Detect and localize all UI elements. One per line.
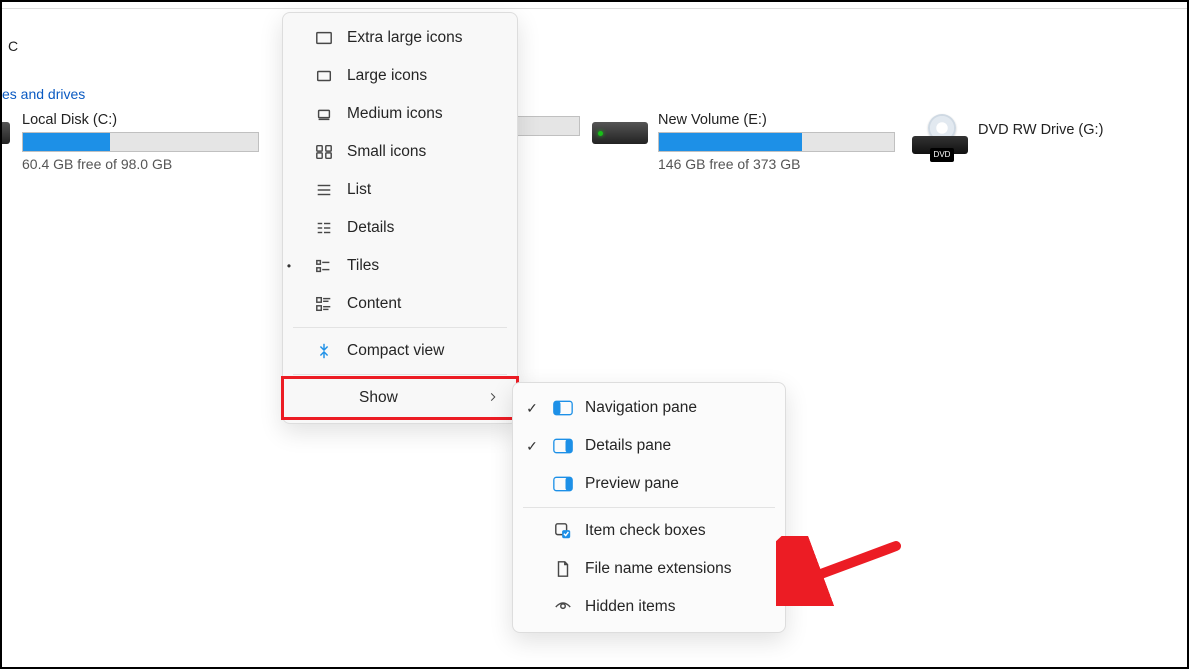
content-icon [315,295,333,313]
check-icon: ✓ [523,400,541,417]
section-devices-label: es and drives [2,86,85,102]
drive-name: Local Disk (C:) [22,112,259,128]
drive-dvd-g[interactable]: DVD DVD RW Drive (G:) [912,112,1162,152]
menu-label: Medium icons [347,105,499,123]
drive-new-volume-e[interactable]: New Volume (E:) 146 GB free of 373 GB [592,112,902,172]
menu-label: Content [347,295,499,313]
menu-label: Item check boxes [585,522,767,540]
chevron-right-icon [487,391,499,406]
view-context-menu: Extra large icons Large icons Medium ico… [282,12,518,424]
menu-item-medium-icons[interactable]: Medium icons [287,95,513,133]
pane-left-icon [553,400,573,416]
selected-bullet-icon: • [286,259,292,273]
hdd-icon [2,122,10,144]
drive-name: New Volume (E:) [658,112,895,128]
list-icon [315,181,333,199]
dvd-icon: DVD [912,114,968,154]
menu-item-extra-large-icons[interactable]: Extra large icons [287,19,513,57]
show-submenu: ✓ Navigation pane ✓ Details pane Preview… [512,382,786,633]
menu-label: Details [347,219,499,237]
breadcrumb: C [2,38,18,54]
submenu-item-preview-pane[interactable]: Preview pane [517,465,781,503]
small-icons-icon [315,143,333,161]
menu-item-show[interactable]: · Show [284,379,516,417]
annotation-arrow-icon [776,536,906,606]
tiles-icon [315,257,333,275]
menu-label: Small icons [347,143,499,161]
pane-right-icon [553,438,573,454]
submenu-item-file-name-extensions[interactable]: File name extensions [517,550,781,588]
menu-label: Preview pane [585,475,767,493]
capacity-bar [22,132,259,152]
menu-separator [293,327,507,328]
menu-label: Show [359,389,473,407]
check-icon: ✓ [523,438,541,455]
medium-icons-icon [315,105,333,123]
hdd-icon [592,122,648,144]
menu-separator [293,374,507,375]
drives-row: Local Disk (C:) 60.4 GB free of 98.0 GB … [2,112,1187,192]
menu-separator [523,507,775,508]
menu-label: Details pane [585,437,767,455]
checkboxes-icon [553,522,573,540]
menu-label: Extra large icons [347,29,499,47]
menu-item-small-icons[interactable]: Small icons [287,133,513,171]
drive-free-text: 60.4 GB free of 98.0 GB [22,156,259,172]
drive-free-text: 146 GB free of 373 GB [658,156,895,172]
menu-item-details[interactable]: Details [287,209,513,247]
large-icons-icon [315,67,333,85]
submenu-item-details-pane[interactable]: ✓ Details pane [517,427,781,465]
menu-label: Compact view [347,342,499,360]
menu-label: Large icons [347,67,499,85]
menu-label: Hidden items [585,598,767,616]
menu-item-tiles[interactable]: • Tiles [287,247,513,285]
details-icon [315,219,333,237]
pane-right-icon [553,476,573,492]
menu-item-large-icons[interactable]: Large icons [287,57,513,95]
drive-name: DVD RW Drive (G:) [978,122,1103,138]
menu-label: Tiles [347,257,499,275]
submenu-item-hidden-items[interactable]: Hidden items [517,588,781,626]
extra-large-icons-icon [315,29,333,47]
submenu-item-check-boxes[interactable]: Item check boxes [517,512,781,550]
submenu-item-navigation-pane[interactable]: ✓ Navigation pane [517,389,781,427]
compact-view-icon [315,342,333,360]
menu-item-content[interactable]: Content [287,285,513,323]
menu-label: List [347,181,499,199]
menu-item-list[interactable]: List [287,171,513,209]
menu-label: File name extensions [585,560,767,578]
menu-item-compact-view[interactable]: Compact view [287,332,513,370]
eye-icon [553,598,573,616]
menu-label: Navigation pane [585,399,767,417]
file-icon [553,560,573,578]
drive-local-c[interactable]: Local Disk (C:) 60.4 GB free of 98.0 GB [2,112,272,172]
capacity-bar [658,132,895,152]
